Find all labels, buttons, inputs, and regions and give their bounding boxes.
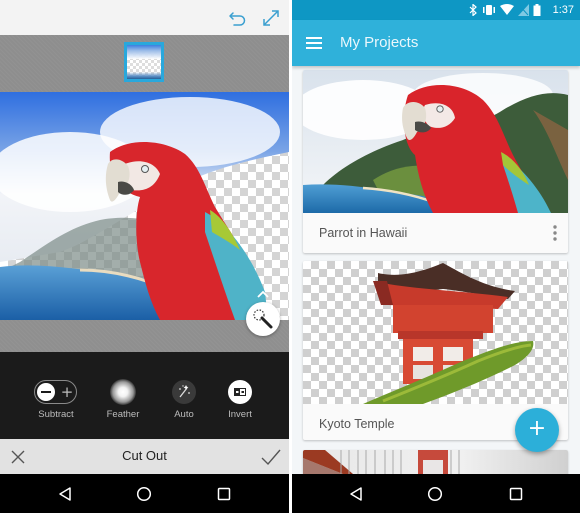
auto-magic-icon xyxy=(172,380,196,404)
plus-icon: + xyxy=(60,383,74,401)
chevron-up-icon[interactable] xyxy=(256,289,270,299)
project-name: Parrot in Hawaii xyxy=(319,226,408,240)
subtract-add-toggle[interactable]: + xyxy=(34,380,77,404)
back-icon[interactable] xyxy=(57,486,73,502)
add-icon: + xyxy=(527,416,547,441)
invert-icon xyxy=(228,380,252,404)
project-thumbnail xyxy=(303,261,568,404)
project-name: Kyoto Temple xyxy=(319,417,395,431)
no-signal-icon xyxy=(518,4,529,16)
recents-icon[interactable] xyxy=(508,486,524,502)
add-project-fab[interactable]: + xyxy=(515,408,559,452)
cut-out-action-bar: Cut Out xyxy=(0,439,289,474)
tool-label: Subtract xyxy=(38,409,74,420)
tool-label: Invert xyxy=(228,409,252,420)
undo-icon[interactable] xyxy=(228,8,248,28)
more-options-icon[interactable] xyxy=(552,224,558,242)
recents-icon[interactable] xyxy=(216,486,232,502)
hamburger-menu-icon[interactable] xyxy=(306,36,322,50)
minus-icon xyxy=(37,383,55,401)
app-bar: My Projects xyxy=(292,20,580,66)
back-icon[interactable] xyxy=(348,486,364,502)
tool-feather[interactable]: Feather xyxy=(88,352,158,439)
editor-top-bar xyxy=(0,0,289,35)
bluetooth-icon xyxy=(469,4,477,16)
expand-icon[interactable] xyxy=(261,8,281,28)
home-icon[interactable] xyxy=(136,486,152,502)
battery-icon xyxy=(533,4,541,16)
wifi-icon xyxy=(500,4,514,15)
my-projects-screen: 1:37 My Projects Parrot in Hawaii Kyoto … xyxy=(292,0,580,513)
tool-panel: + Subtract Feather Auto Invert xyxy=(0,352,289,439)
app-title: My Projects xyxy=(340,34,419,51)
editing-canvas[interactable] xyxy=(0,92,289,320)
status-bar: 1:37 xyxy=(292,0,580,20)
system-nav-bar xyxy=(0,474,289,513)
project-thumbnail xyxy=(303,70,568,213)
canvas-image xyxy=(0,92,289,320)
tool-invert[interactable]: Invert xyxy=(205,352,275,439)
thumbnail-sea xyxy=(127,72,161,79)
home-icon[interactable] xyxy=(427,486,443,502)
vibrate-icon xyxy=(483,5,495,15)
status-time: 1:37 xyxy=(552,4,574,16)
action-bar-title: Cut Out xyxy=(122,448,167,463)
parrot-eye xyxy=(141,165,149,173)
layer-thumbnail[interactable] xyxy=(124,42,164,82)
feather-brush-icon xyxy=(110,379,136,405)
cut-out-editor-screen: + Subtract Feather Auto Invert Cut Out xyxy=(0,0,289,513)
check-icon[interactable] xyxy=(260,448,282,466)
tool-label: Feather xyxy=(106,409,140,420)
magic-wand-button[interactable] xyxy=(246,302,280,336)
project-card[interactable]: Parrot in Hawaii xyxy=(303,70,568,253)
system-nav-bar xyxy=(292,474,580,513)
thumbnail-sky xyxy=(127,45,161,59)
magic-wand-icon xyxy=(253,309,273,329)
tool-subtract[interactable]: + Subtract xyxy=(21,352,91,439)
